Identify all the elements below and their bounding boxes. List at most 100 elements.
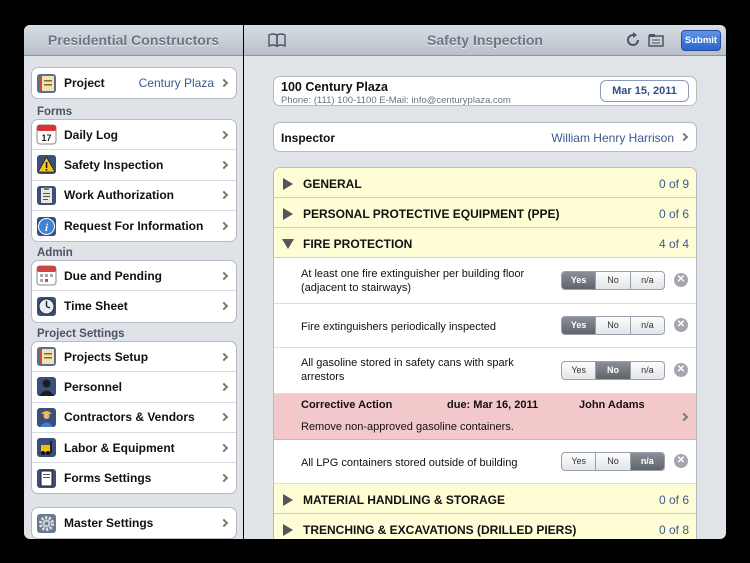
answer-yes[interactable]: Yes xyxy=(562,272,597,289)
answer-segmented-control[interactable]: Yes No n/a xyxy=(561,271,665,290)
sidebar-item-label: Master Settings xyxy=(64,516,154,531)
corrective-assignee: John Adams xyxy=(579,399,645,411)
sidebar-item-label: Contractors & Vendors xyxy=(64,410,195,425)
section-general[interactable]: GENERAL 0 of 9 xyxy=(274,168,696,198)
sidebar-item-labor-equipment[interactable]: Labor & Equipment xyxy=(32,433,236,464)
chevron-right-icon xyxy=(219,412,229,422)
settings-group: Projects Setup Personnel Contractors & V… xyxy=(31,341,237,495)
admin-group: Due and Pending Time Sheet xyxy=(31,260,237,323)
chevron-right-icon xyxy=(219,160,229,170)
answer-yes[interactable]: Yes xyxy=(562,317,597,334)
inspector-label: Inspector xyxy=(281,131,336,145)
master-group: Master Settings xyxy=(31,507,237,539)
chevron-right-icon xyxy=(219,221,229,231)
section-fire-protection[interactable]: FIRE PROTECTION 4 of 4 xyxy=(274,228,696,258)
answer-no[interactable]: No xyxy=(596,362,631,379)
clear-answer-icon[interactable]: ✕ xyxy=(674,454,688,468)
checklist-item: Fire extinguishers periodically inspecte… xyxy=(274,304,696,348)
section-ppe[interactable]: PERSONAL PROTECTIVE EQUIPMENT (PPE) 0 of… xyxy=(274,198,696,228)
answer-no[interactable]: No xyxy=(596,317,631,334)
clear-answer-icon[interactable]: ✕ xyxy=(674,318,688,332)
chevron-right-icon xyxy=(679,412,689,421)
sidebar-item-project[interactable]: Project Century Plaza xyxy=(32,68,236,98)
sidebar-item-work-authorization[interactable]: Work Authorization xyxy=(32,181,236,211)
sidebar-item-label: Labor & Equipment xyxy=(64,440,175,455)
chevron-right-icon xyxy=(219,352,229,361)
clear-answer-icon[interactable]: ✕ xyxy=(674,363,688,377)
chevron-right-icon xyxy=(219,382,229,392)
section-count: 4 of 4 xyxy=(658,237,689,251)
answer-yes[interactable]: Yes xyxy=(562,362,597,379)
chevron-right-icon xyxy=(219,302,229,311)
section-count: 0 of 6 xyxy=(658,207,689,221)
chevron-right-icon xyxy=(219,78,229,88)
app-title: Presidential Constructors xyxy=(47,32,220,48)
sidebar-item-daily-log[interactable]: 17 Daily Log xyxy=(32,120,236,151)
svg-text:17: 17 xyxy=(41,133,51,143)
section-title: MATERIAL HANDLING & STORAGE xyxy=(303,493,506,507)
project-value: Century Plaza xyxy=(138,76,214,91)
gear-icon xyxy=(36,513,57,534)
sidebar-item-label: Personnel xyxy=(64,379,123,394)
submit-button[interactable]: Submit xyxy=(681,30,721,51)
disclosure-down-icon xyxy=(282,239,294,249)
forklift-icon xyxy=(36,437,57,458)
sidebar-item-label: Forms Settings xyxy=(64,471,152,486)
answer-segmented-control[interactable]: Yes No n/a xyxy=(561,316,665,335)
inspector-row[interactable]: Inspector William Henry Harrison xyxy=(273,122,697,152)
checklist-question: At least one fire extinguisher per build… xyxy=(301,268,525,294)
corrective-action-row[interactable]: Corrective Action due: Mar 16, 2011 John… xyxy=(274,394,696,440)
sidebar-item-forms-settings[interactable]: Forms Settings xyxy=(32,463,236,493)
answer-segmented-control[interactable]: Yes No n/a xyxy=(561,361,665,380)
section-title: GENERAL xyxy=(303,177,362,191)
sidebar-item-request-for-information[interactable]: i Request For Information xyxy=(32,211,236,241)
chevron-right-icon xyxy=(219,474,229,483)
answer-na[interactable]: n/a xyxy=(631,317,664,334)
sidebar-item-label: Daily Log xyxy=(64,127,119,142)
checklist-item: All gasoline stored in safety cans with … xyxy=(274,348,696,394)
sidebar-item-safety-inspection[interactable]: Safety Inspection xyxy=(32,150,236,181)
sidebar-item-due-and-pending[interactable]: Due and Pending xyxy=(32,261,236,292)
answer-no[interactable]: No xyxy=(596,272,631,289)
sidebar-item-label: Request For Information xyxy=(64,219,204,234)
sidebar-item-contractors-vendors[interactable]: Contractors & Vendors xyxy=(32,403,236,433)
answer-segmented-control[interactable]: Yes No n/a xyxy=(561,452,665,471)
section-count: 0 of 9 xyxy=(658,177,689,191)
forms-header: Forms xyxy=(37,106,73,118)
refresh-icon[interactable] xyxy=(625,32,641,48)
notebook-icon xyxy=(36,73,57,94)
answer-na[interactable]: n/a xyxy=(631,362,664,379)
info-icon: i xyxy=(36,216,57,237)
worker-icon xyxy=(36,407,57,428)
project-name: 100 Century Plaza xyxy=(281,80,388,94)
project-group: Project Century Plaza xyxy=(31,67,237,100)
answer-na[interactable]: n/a xyxy=(630,453,664,470)
notebook-icon xyxy=(36,346,57,367)
disclosure-right-icon xyxy=(283,524,293,536)
chevron-right-icon xyxy=(679,132,689,142)
folder-icon[interactable] xyxy=(648,32,664,48)
section-material-handling[interactable]: MATERIAL HANDLING & STORAGE 0 of 6 xyxy=(274,484,696,514)
clipboard-icon xyxy=(36,185,57,206)
checklist-question: All gasoline stored in safety cans with … xyxy=(301,357,514,383)
section-title: PERSONAL PROTECTIVE EQUIPMENT (PPE) xyxy=(303,207,560,221)
date-button[interactable]: Mar 15, 2011 xyxy=(600,80,689,102)
sidebar-item-projects-setup[interactable]: Projects Setup xyxy=(32,342,236,373)
calendar-icon: 17 xyxy=(36,124,57,145)
section-count: 0 of 8 xyxy=(658,523,689,537)
answer-na[interactable]: n/a xyxy=(631,272,664,289)
disclosure-right-icon xyxy=(283,178,293,190)
sidebar-item-personnel[interactable]: Personnel xyxy=(32,372,236,403)
warning-icon xyxy=(36,154,57,175)
answer-yes[interactable]: Yes xyxy=(562,453,597,470)
sidebar-item-label: Projects Setup xyxy=(64,349,149,364)
clear-answer-icon[interactable]: ✕ xyxy=(674,273,688,287)
inspector-value: William Henry Harrison xyxy=(551,131,674,145)
project-info-card: 100 Century Plaza Phone: (111) 100-1100 … xyxy=(273,76,697,106)
section-trenching[interactable]: TRENCHING & EXCAVATIONS (DRILLED PIERS) … xyxy=(274,514,696,539)
sidebar-item-time-sheet[interactable]: Time Sheet xyxy=(32,291,236,321)
sidebar-item-master-settings[interactable]: Master Settings xyxy=(32,508,236,538)
calendar-due-icon xyxy=(36,265,57,286)
answer-no[interactable]: No xyxy=(596,453,631,470)
chevron-right-icon xyxy=(219,518,229,528)
